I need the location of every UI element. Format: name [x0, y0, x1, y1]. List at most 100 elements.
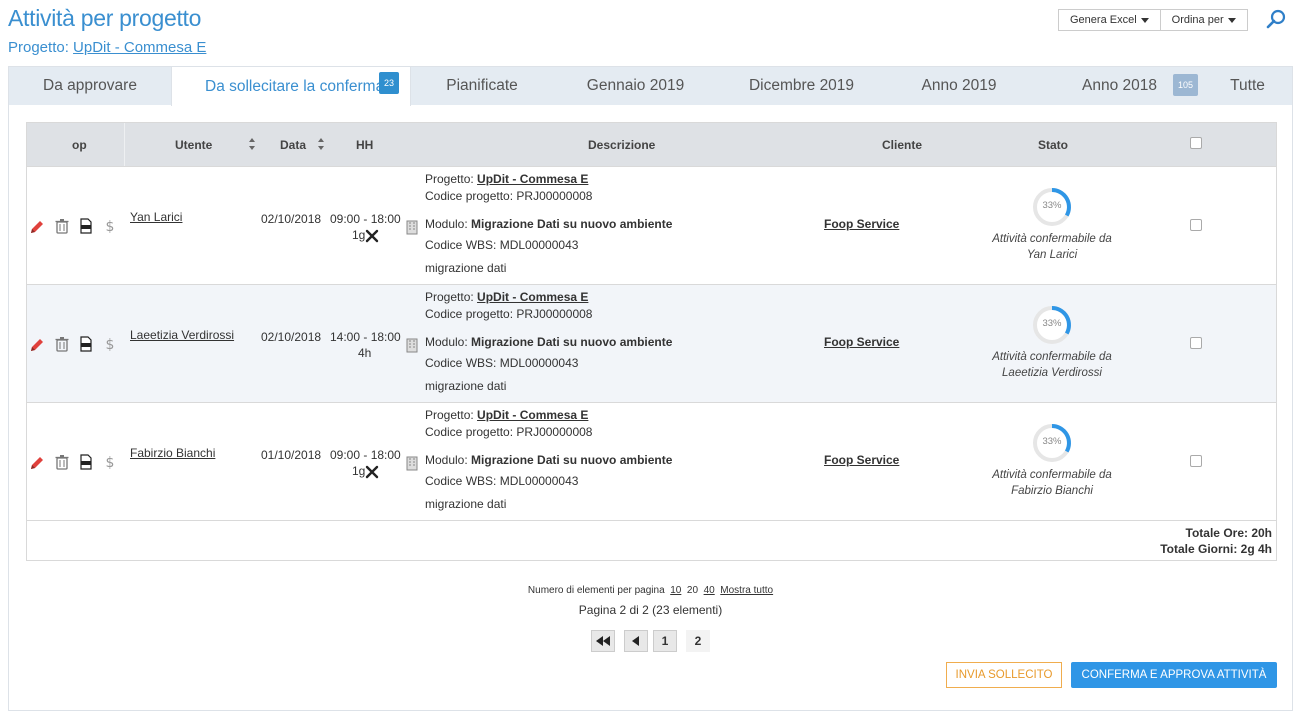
invia-sollecito-button[interactable]: INVIA SOLLECITO — [946, 662, 1062, 688]
page-info: Pagina 2 di 2 (23 elementi) — [578, 603, 723, 617]
table-row: $ Fabirzio Bianchi 01/10/2018 09:00 - 18:00… — [27, 402, 1276, 520]
project-link[interactable]: UpDit - Commesa E — [73, 39, 206, 56]
dollar-icon[interactable]: $ — [102, 218, 118, 234]
project-label: Progetto: — [8, 39, 69, 56]
pencil-icon[interactable] — [29, 455, 45, 471]
project-code-line: Codice progetto: PRJ00000008 — [425, 307, 592, 321]
per-page-40[interactable]: 40 — [704, 585, 715, 596]
status-prefix: Attività confermabile da — [992, 351, 1112, 363]
col-descrizione: Descrizione — [588, 138, 656, 152]
activity-date: 02/10/2018 — [261, 330, 322, 344]
tab-gennaio-2019[interactable]: Gennaio 2019 — [553, 67, 718, 105]
conferma-approva-button[interactable]: CONFERMA E APPROVA ATTIVITÀ — [1071, 662, 1277, 688]
project-code: PRJ00000008 — [516, 425, 593, 439]
status-text: Attività confermabile da Fabirzio Bianchi — [962, 467, 1142, 499]
per-page-20[interactable]: 20 — [687, 585, 698, 596]
codice-wbs-label: Codice WBS: — [425, 356, 497, 370]
col-data[interactable]: Data — [280, 138, 306, 152]
hours-range: 09:00 - 18:00 — [330, 212, 401, 226]
col-utente[interactable]: Utente — [175, 138, 212, 152]
client-link[interactable]: Foop Service — [824, 217, 899, 231]
project-line: Progetto: UpDit - Commesa E — [425, 408, 588, 422]
page-2-button[interactable]: 2 — [686, 630, 710, 652]
chevron-down-icon — [1227, 17, 1236, 23]
trash-icon[interactable] — [54, 454, 70, 470]
status-text: Attività confermabile da Laeetizia Verdir… — [962, 349, 1142, 381]
progress-indicator: 33% — [1031, 186, 1073, 228]
building-icon — [406, 338, 418, 353]
project-line: Progetto: UpDit - Commesa E — [425, 290, 588, 304]
activity-note: migrazione dati — [425, 497, 507, 511]
status-text: Attività confermabile da Yan Larici — [962, 231, 1142, 263]
user-link[interactable]: Laeetizia Verdirossi — [130, 328, 234, 342]
genera-excel-label: Genera Excel — [1070, 14, 1137, 26]
dollar-icon[interactable]: $ — [102, 454, 118, 470]
row-checkbox[interactable] — [1190, 219, 1202, 231]
col-hh: HH — [356, 138, 374, 152]
per-page-10[interactable]: 10 — [670, 585, 681, 596]
building-icon — [406, 456, 418, 471]
activity-note: migrazione dati — [425, 379, 507, 393]
codice-wbs-label: Codice WBS: — [425, 238, 497, 252]
project-link[interactable]: UpDit - Commesa E — [477, 290, 588, 304]
select-all-checkbox[interactable] — [1190, 137, 1202, 149]
table-header: op Utente Data HH Descrizione Cliente St… — [27, 123, 1276, 166]
codice-wbs-label: Codice WBS: — [425, 474, 497, 488]
progetto-label: Progetto: — [425, 172, 474, 186]
pdf-icon[interactable] — [78, 454, 94, 470]
wbs-code: MDL00000043 — [499, 356, 579, 370]
activity-note: migrazione dati — [425, 261, 507, 275]
col-op: op — [72, 138, 87, 152]
pencil-icon[interactable] — [29, 337, 45, 353]
tab-label: Dicembre 2019 — [748, 77, 855, 94]
tools-icon — [365, 465, 379, 479]
double-chevron-left-icon — [596, 636, 610, 646]
tab-dicembre-2019[interactable]: Dicembre 2019 — [718, 67, 885, 105]
project-code: PRJ00000008 — [516, 189, 593, 203]
row-checkbox[interactable] — [1190, 337, 1202, 349]
tab-label: Anno 2018 — [1082, 77, 1157, 94]
show-all-link[interactable]: Mostra tutto — [720, 585, 773, 596]
search-icon[interactable] — [1266, 9, 1286, 29]
progress-value: 33% — [1042, 200, 1062, 211]
first-page-button[interactable] — [591, 630, 615, 652]
tab-da-sollecitare[interactable]: Da sollecitare la conferma 23 — [171, 67, 411, 106]
trash-icon[interactable] — [54, 218, 70, 234]
user-link[interactable]: Fabirzio Bianchi — [130, 446, 215, 460]
prev-page-button[interactable] — [624, 630, 648, 652]
page-1-button[interactable]: 1 — [653, 630, 677, 652]
status-user: Fabirzio Bianchi — [1011, 485, 1093, 497]
progress-indicator: 33% — [1031, 304, 1073, 346]
pencil-icon[interactable] — [29, 219, 45, 235]
activity-date: 01/10/2018 — [261, 448, 322, 462]
count-badge: 23 — [379, 72, 400, 94]
activity-date: 02/10/2018 — [261, 212, 322, 226]
hours-total: 1g — [352, 464, 366, 478]
project-link[interactable]: UpDit - Commesa E — [477, 172, 588, 186]
ordina-per-button[interactable]: Ordina per — [1160, 9, 1248, 31]
pdf-icon[interactable] — [78, 336, 94, 352]
dollar-icon[interactable]: $ — [102, 336, 118, 352]
project-link[interactable]: UpDit - Commesa E — [477, 408, 588, 422]
tab-anno-2019[interactable]: Anno 2019 — [885, 67, 1033, 105]
trash-icon[interactable] — [54, 336, 70, 352]
row-checkbox[interactable] — [1190, 455, 1202, 467]
per-page-selector: Numero di elementi per pagina 10 20 40 M… — [9, 585, 1292, 596]
tab-tutte[interactable]: Tutte — [1203, 67, 1292, 105]
user-link[interactable]: Yan Larici — [130, 210, 182, 224]
hours-range: 09:00 - 18:00 — [330, 448, 401, 462]
building-icon — [406, 220, 418, 235]
wbs-line: Codice WBS: MDL00000043 — [425, 356, 578, 370]
count-badge: 105 — [1173, 74, 1199, 96]
client-link[interactable]: Foop Service — [824, 335, 899, 349]
tab-anno-2018[interactable]: Anno 2018 105 — [1033, 67, 1203, 105]
tab-da-approvare[interactable]: Da approvare — [9, 67, 171, 105]
wbs-code: MDL00000043 — [499, 238, 579, 252]
genera-excel-button[interactable]: Genera Excel — [1058, 9, 1161, 31]
wbs-line: Codice WBS: MDL00000043 — [425, 474, 578, 488]
totale-giorni: Totale Giorni: 2g 4h — [1160, 542, 1272, 556]
sort-icon[interactable] — [317, 137, 325, 151]
tab-pianificate[interactable]: Pianificate — [411, 67, 553, 105]
client-link[interactable]: Foop Service — [824, 453, 899, 467]
pdf-icon[interactable] — [78, 218, 94, 234]
